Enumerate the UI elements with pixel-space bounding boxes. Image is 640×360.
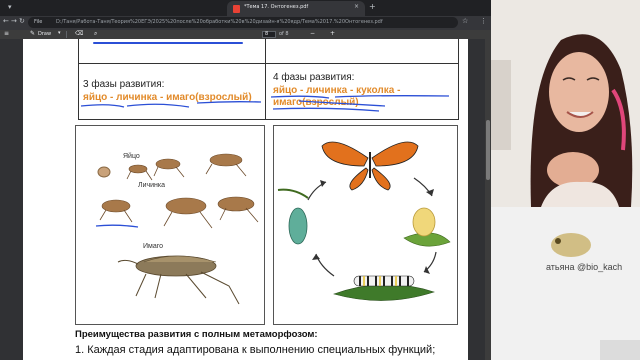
advantages-item-1: 1. Каждая стадия адаптирована к выполнен… — [75, 344, 436, 356]
blue-annotation-stroke — [93, 42, 243, 44]
draw-button[interactable]: Draw — [38, 31, 51, 37]
advantages-title: Преимущества развития с полным метаморфо… — [75, 329, 318, 340]
scrollbar-thumb[interactable] — [486, 120, 490, 180]
presenter-video — [491, 0, 640, 207]
page-current: 8 — [265, 31, 269, 37]
complete-metamorphosis-figure — [273, 125, 458, 325]
new-tab-button[interactable]: + — [369, 2, 376, 11]
table-border-bottom — [78, 119, 459, 120]
butterfly-lifecycle-illustration — [277, 141, 451, 301]
browser-tab[interactable]: *Тема 17. Онтогенез.pdf × — [227, 1, 365, 16]
phase4-title: 4 фазы развития: — [273, 72, 355, 83]
tab-title: *Тема 17. Онтогенез.pdf — [244, 4, 309, 10]
page-total: of 8 — [279, 31, 289, 37]
pdf-icon — [233, 5, 240, 13]
table-row-divider — [78, 63, 459, 64]
forward-button[interactable]: → — [11, 17, 17, 25]
eraser-icon[interactable]: ⌫ — [75, 30, 83, 37]
zoom-in-button[interactable]: + — [330, 30, 335, 37]
zoom-out-button[interactable]: − — [310, 30, 315, 37]
find-icon[interactable]: ⌕ — [94, 30, 97, 38]
sidebar-menu-icon[interactable]: ≡ — [4, 30, 9, 37]
phase3-title: 3 фазы развития: — [83, 79, 165, 90]
draw-icon[interactable]: ✎ — [30, 30, 35, 37]
browser-menu-icon[interactable]: ⋮ — [480, 17, 487, 25]
grasshopper-illustration — [95, 153, 259, 305]
url-text[interactable]: D:/Таня/Работа-Таня/Теория%20ЕГЭ/2025%20… — [56, 19, 383, 25]
presenter-handle: атьяна @bio_kach — [546, 262, 623, 272]
pdf-toolbar — [0, 30, 491, 39]
address-bar[interactable]: File D:/Таня/Работа-Таня/Теория%20ЕГЭ/20… — [28, 17, 458, 28]
pdf-page: 3 фазы развития: яйцо - личинка - имаго(… — [23, 39, 468, 360]
lizard-logo-icon — [551, 233, 591, 257]
tab-close-icon[interactable]: × — [354, 3, 359, 10]
screen: ▾ *Тема 17. Онтогенез.pdf × + ← → ↻ File… — [0, 0, 640, 360]
draw-dropdown-icon[interactable]: ▾ — [58, 30, 61, 36]
phase3-underline-annotation — [80, 101, 262, 108]
incomplete-metamorphosis-figure: Яйцо Личинка Имаго — [75, 125, 265, 325]
toolbar-divider — [66, 31, 67, 38]
webcam-corner — [600, 340, 640, 360]
phase4-underline-annotation — [270, 95, 450, 112]
file-scheme-label: File — [34, 19, 43, 25]
bookmark-icon[interactable]: ☆ — [462, 17, 468, 25]
webcam-overlay — [491, 0, 640, 207]
back-button[interactable]: ← — [3, 17, 9, 25]
table-border-middle — [265, 39, 266, 119]
reload-button[interactable]: ↻ — [19, 17, 25, 25]
tab-search-icon[interactable]: ▾ — [8, 3, 12, 11]
